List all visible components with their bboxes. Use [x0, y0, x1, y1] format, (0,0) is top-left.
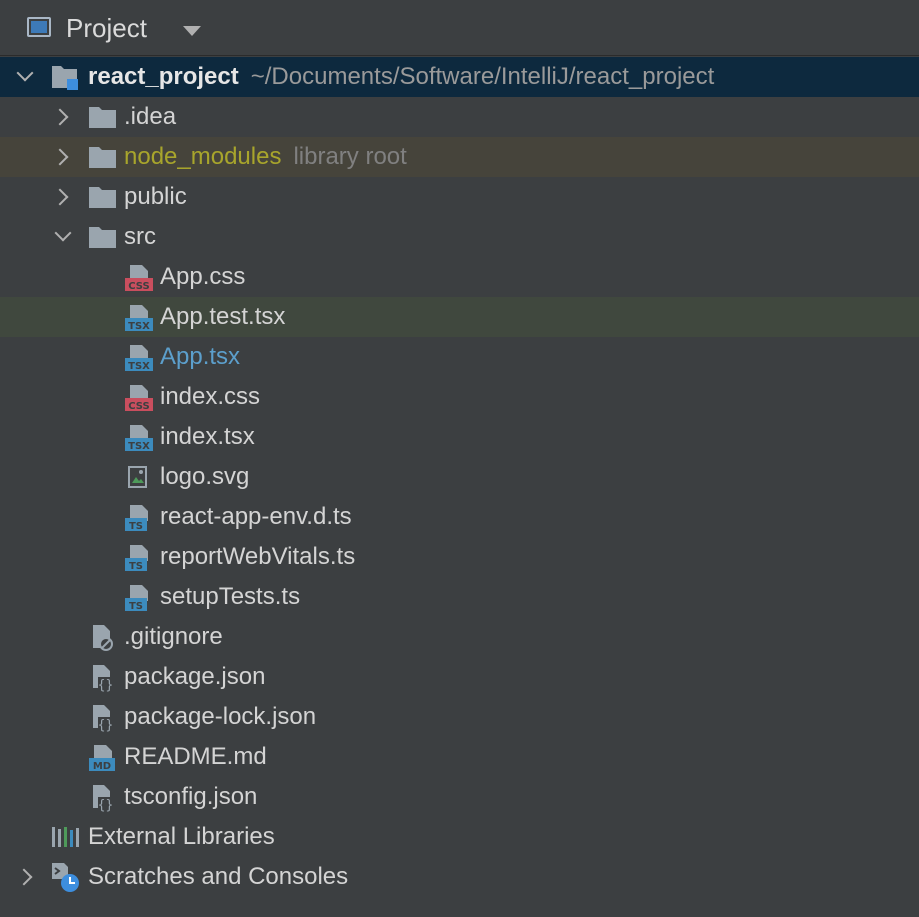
tree-row-tsconfig[interactable]: {} tsconfig.json: [0, 777, 919, 817]
tree-row-external-libraries[interactable]: External Libraries: [0, 817, 919, 857]
tree-label: index.tsx: [160, 423, 255, 450]
tree-row-scratches[interactable]: Scratches and Consoles: [0, 857, 919, 897]
tree-label: package.json: [124, 663, 266, 690]
tree-row-package-lock[interactable]: {} package-lock.json: [0, 697, 919, 737]
css-badge-text: CSS: [128, 401, 149, 412]
view-dropdown-icon[interactable]: [183, 26, 201, 36]
tsx-file-icon: TSX: [124, 417, 154, 457]
tree-row-package[interactable]: {} package.json: [0, 657, 919, 697]
root-project-name: react_project: [88, 63, 239, 90]
tree-row-logo[interactable]: logo.svg: [0, 457, 919, 497]
external-libraries-icon: [50, 817, 80, 857]
expand-arrow-icon[interactable]: [50, 137, 74, 177]
tsx-file-icon: TSX: [124, 297, 154, 337]
project-toolbar: Project: [0, 0, 919, 56]
collapse-arrow-icon[interactable]: [14, 57, 38, 97]
tree-label: App.test.tsx: [160, 303, 286, 330]
expand-arrow-icon[interactable]: [50, 177, 74, 217]
tree-label: reportWebVitals.ts: [160, 543, 356, 570]
tree-label: .idea: [124, 103, 177, 130]
tree-row-node-modules[interactable]: node_modules library root: [0, 137, 919, 177]
tree-label: .gitignore: [124, 623, 223, 650]
tree-label: logo.svg: [160, 463, 250, 490]
tree-label: README.md: [124, 743, 267, 770]
tree-label: Scratches and Consoles: [88, 863, 349, 890]
folder-icon: [88, 137, 118, 177]
image-file-icon: [124, 457, 154, 497]
json-file-icon: {}: [88, 777, 118, 817]
tree-row-idea[interactable]: .idea: [0, 97, 919, 137]
project-view-icon[interactable]: [27, 17, 51, 37]
collapse-arrow-icon[interactable]: [52, 217, 76, 257]
tsx-file-icon: TSX: [124, 337, 154, 377]
tree-row-react-env[interactable]: TS react-app-env.d.ts: [0, 497, 919, 537]
folder-icon: [88, 177, 118, 217]
expand-arrow-icon[interactable]: [14, 857, 38, 897]
ts-file-icon: TS: [124, 577, 154, 617]
folder-icon: [88, 97, 118, 137]
tree-label: App.css: [160, 263, 246, 290]
tsx-badge-text: TSX: [128, 321, 150, 332]
tree-row-gitignore[interactable]: .gitignore: [0, 617, 919, 657]
library-root-hint: library root: [293, 143, 407, 170]
ts-badge-text: TS: [129, 561, 143, 572]
tree-label: src: [124, 223, 156, 250]
folder-icon: [88, 217, 118, 257]
tree-row-src[interactable]: src: [0, 217, 919, 257]
project-tree: react_project ~/Documents/Software/Intell…: [0, 57, 919, 897]
module-folder-icon: [50, 57, 80, 97]
svg-text:{}: {}: [98, 678, 114, 693]
tree-row-public[interactable]: public: [0, 177, 919, 217]
svg-text:{}: {}: [98, 798, 114, 813]
tree-row-app-tsx[interactable]: TSX App.tsx: [0, 337, 919, 377]
scratches-icon: [50, 857, 80, 897]
project-view-title[interactable]: Project: [66, 12, 147, 44]
tree-row-readme[interactable]: MD README.md: [0, 737, 919, 777]
tree-label: tsconfig.json: [124, 783, 258, 810]
tsx-badge-text: TSX: [128, 361, 150, 372]
md-badge-text: MD: [93, 761, 111, 772]
tree-label: App.tsx: [160, 343, 241, 370]
tree-label: index.css: [160, 383, 261, 410]
tree-row-root[interactable]: react_project ~/Documents/Software/Intell…: [0, 57, 919, 97]
ts-file-icon: TS: [124, 497, 154, 537]
tree-row-index-css[interactable]: CSS index.css: [0, 377, 919, 417]
ts-badge-text: TS: [129, 521, 143, 532]
tree-row-app-css[interactable]: CSS App.css: [0, 257, 919, 297]
json-file-icon: {}: [88, 657, 118, 697]
ts-file-icon: TS: [124, 537, 154, 577]
tree-label: External Libraries: [88, 823, 275, 850]
tree-row-app-test[interactable]: TSX App.test.tsx: [0, 297, 919, 337]
json-file-icon: {}: [88, 697, 118, 737]
css-badge-text: CSS: [128, 281, 149, 292]
tree-label: node_modules: [124, 143, 282, 170]
tree-label: react-app-env.d.ts: [160, 503, 352, 530]
tree-label: public: [124, 183, 187, 210]
svg-text:{}: {}: [98, 718, 114, 733]
markdown-file-icon: MD: [88, 737, 118, 777]
tree-label: setupTests.ts: [160, 583, 301, 610]
tree-row-report[interactable]: TS reportWebVitals.ts: [0, 537, 919, 577]
ts-badge-text: TS: [129, 601, 143, 612]
css-file-icon: CSS: [124, 377, 154, 417]
tree-label: package-lock.json: [124, 703, 317, 730]
tree-row-setup[interactable]: TS setupTests.ts: [0, 577, 919, 617]
root-project-path: ~/Documents/Software/IntelliJ/react_proj…: [250, 63, 715, 90]
css-file-icon: CSS: [124, 257, 154, 297]
tree-row-index-tsx[interactable]: TSX index.tsx: [0, 417, 919, 457]
expand-arrow-icon[interactable]: [50, 97, 74, 137]
tsx-badge-text: TSX: [128, 441, 150, 452]
ignore-file-icon: [88, 617, 118, 657]
